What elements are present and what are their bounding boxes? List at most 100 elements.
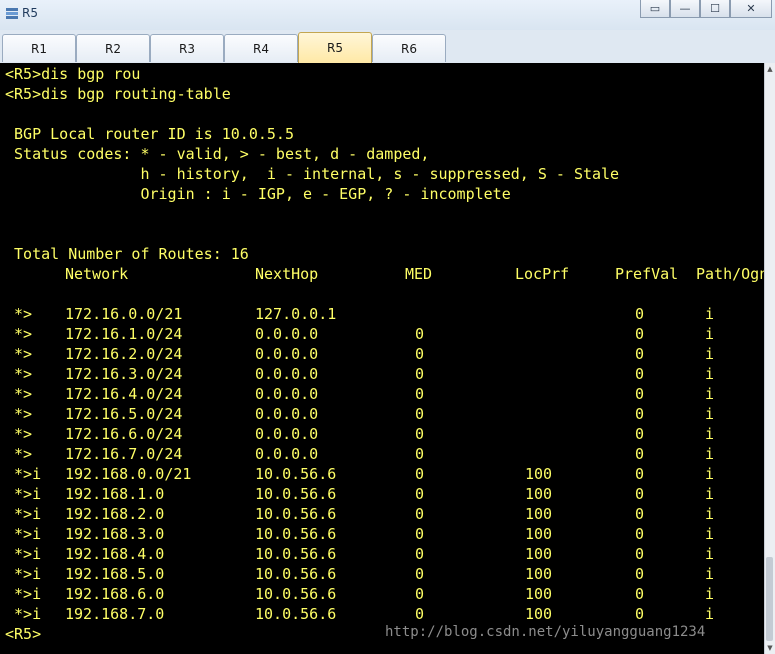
route-prefval: 0 <box>635 505 645 523</box>
route-locprf: 100 <box>525 565 553 583</box>
route-network: 192.168.6.0 <box>65 585 165 603</box>
route-med: 0 <box>415 525 425 543</box>
terminal-console[interactable]: <R5>dis bgp rou <R5>dis bgp routing-table… <box>0 63 765 654</box>
route-status: *>i <box>5 525 42 543</box>
route-prefval: 0 <box>635 545 645 563</box>
route-network: 192.168.1.0 <box>65 485 165 503</box>
app-icon <box>6 8 18 19</box>
terminal-line: Origin : i - IGP, e - EGP, ? - incomplet… <box>5 185 511 203</box>
tab-r2[interactable]: R2 <box>76 34 150 62</box>
route-med: 0 <box>415 565 425 583</box>
route-med: 0 <box>415 385 425 403</box>
route-path: i <box>705 365 715 383</box>
route-path: i <box>705 385 715 403</box>
vertical-scrollbar[interactable]: ▲ ▼ <box>764 63 775 654</box>
route-network: 192.168.0.0/21 <box>65 465 192 483</box>
terminal-line: <R5>dis bgp rou <box>5 65 141 83</box>
tab-r3[interactable]: R3 <box>150 34 224 62</box>
route-prefval: 0 <box>635 445 645 463</box>
restore-icon: ▭ <box>649 2 661 15</box>
close-icon: ✕ <box>746 2 756 15</box>
route-status: *> <box>5 385 33 403</box>
route-locprf: 100 <box>525 545 553 563</box>
scroll-down-icon[interactable]: ▼ <box>765 642 775 654</box>
route-path: i <box>705 445 715 463</box>
route-path: i <box>705 525 715 543</box>
route-status: *>i <box>5 605 42 623</box>
route-nexthop: 10.0.56.6 <box>255 525 337 543</box>
route-network: 192.168.7.0 <box>65 605 165 623</box>
route-status: *>i <box>5 485 42 503</box>
route-network: 172.16.7.0/24 <box>65 445 183 463</box>
route-path: i <box>705 465 715 483</box>
route-status: *>i <box>5 505 42 523</box>
route-network: 172.16.0.0/21 <box>65 305 183 323</box>
route-med: 0 <box>415 405 425 423</box>
route-status: *> <box>5 445 33 463</box>
route-network: 192.168.2.0 <box>65 505 165 523</box>
route-path: i <box>705 505 715 523</box>
route-status: *>i <box>5 545 42 563</box>
route-status: *> <box>5 365 33 383</box>
minimize-button[interactable]: — <box>670 0 700 18</box>
device-tab-bar: R1 R2 R3 R4 R5 R6 <box>0 30 775 63</box>
minimize-icon: — <box>679 2 691 15</box>
header-prefval: PrefVal <box>615 265 679 283</box>
route-med: 0 <box>415 325 425 343</box>
route-network: 192.168.3.0 <box>65 525 165 543</box>
restore-button[interactable]: ▭ <box>640 0 670 18</box>
route-nexthop: 0.0.0.0 <box>255 405 319 423</box>
route-med: 0 <box>415 485 425 503</box>
route-nexthop: 10.0.56.6 <box>255 465 337 483</box>
window-controls: ▭ — ☐ ✕ <box>640 0 772 18</box>
scrollbar-thumb[interactable] <box>766 557 773 641</box>
route-nexthop: 10.0.56.6 <box>255 485 337 503</box>
terminal-line: <R5>dis bgp routing-table <box>5 85 231 103</box>
route-prefval: 0 <box>635 485 645 503</box>
route-med: 0 <box>415 445 425 463</box>
route-status: *> <box>5 325 33 343</box>
route-nexthop: 0.0.0.0 <box>255 325 319 343</box>
route-network: 172.16.5.0/24 <box>65 405 183 423</box>
scroll-up-icon[interactable]: ▲ <box>765 63 775 75</box>
route-network: 172.16.4.0/24 <box>65 385 183 403</box>
maximize-icon: ☐ <box>710 2 720 15</box>
window-title: R5 <box>22 6 38 20</box>
route-status: *> <box>5 405 33 423</box>
route-med: 0 <box>415 605 425 623</box>
route-med: 0 <box>415 505 425 523</box>
route-nexthop: 0.0.0.0 <box>255 345 319 363</box>
tab-r5[interactable]: R5 <box>298 32 372 63</box>
header-med: MED <box>405 265 433 283</box>
route-med: 0 <box>415 545 425 563</box>
route-nexthop: 0.0.0.0 <box>255 385 319 403</box>
route-network: 172.16.3.0/24 <box>65 365 183 383</box>
route-prefval: 0 <box>635 525 645 543</box>
tab-r1[interactable]: R1 <box>2 34 76 62</box>
route-path: i <box>705 325 715 343</box>
header-path: Path/Ogn <box>696 265 765 283</box>
terminal-prompt: <R5> <box>5 625 42 643</box>
route-prefval: 0 <box>635 605 645 623</box>
route-prefval: 0 <box>635 565 645 583</box>
route-network: 192.168.5.0 <box>65 565 165 583</box>
route-prefval: 0 <box>635 425 645 443</box>
route-network: 172.16.2.0/24 <box>65 345 183 363</box>
route-locprf: 100 <box>525 485 553 503</box>
route-nexthop: 10.0.56.6 <box>255 605 337 623</box>
route-med: 0 <box>415 585 425 603</box>
terminal-line: BGP Local router ID is 10.0.5.5 <box>5 125 294 143</box>
route-status: *> <box>5 305 33 323</box>
route-path: i <box>705 565 715 583</box>
route-med: 0 <box>415 365 425 383</box>
terminal-line: h - history, i - internal, s - suppresse… <box>5 165 620 183</box>
close-button[interactable]: ✕ <box>730 0 772 18</box>
route-nexthop: 0.0.0.0 <box>255 425 319 443</box>
route-network: 172.16.6.0/24 <box>65 425 183 443</box>
tab-r6[interactable]: R6 <box>372 34 446 62</box>
tab-r4[interactable]: R4 <box>224 34 298 62</box>
maximize-button[interactable]: ☐ <box>700 0 730 18</box>
watermark: http://blog.csdn.net/yiluyangguang1234 <box>385 624 706 640</box>
route-nexthop: 10.0.56.6 <box>255 545 337 563</box>
header-locprf: LocPrf <box>515 265 570 283</box>
